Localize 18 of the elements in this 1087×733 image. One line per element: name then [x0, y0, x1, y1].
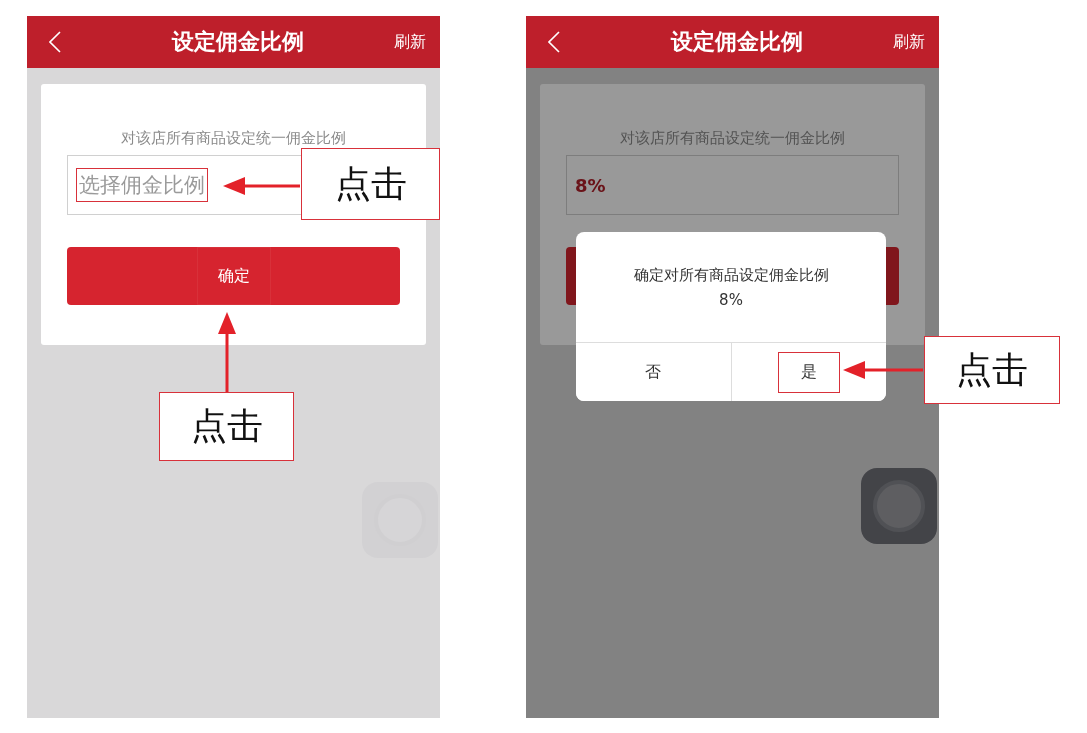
- dialog-value: 8%: [719, 290, 743, 309]
- back-chevron-icon[interactable]: [49, 31, 61, 53]
- field-placeholder: 选择佣金比例: [76, 168, 208, 202]
- field-value: 8%: [575, 174, 606, 196]
- callout-tooltip: 点击: [924, 336, 1060, 404]
- dialog-button[interactable]: 是: [730, 343, 886, 401]
- callout-tooltip: 点击: [301, 148, 440, 220]
- dialog-message: 确定对所有商品设定佣金比例: [633, 265, 829, 285]
- confirm-button[interactable]: 确定: [67, 247, 400, 305]
- refresh-link[interactable]: 刷新: [893, 31, 925, 53]
- page-title: 设定佣金比例: [669, 28, 804, 56]
- callout-tooltip: 点击: [159, 392, 294, 461]
- floating-button-icon[interactable]: [861, 468, 937, 544]
- refresh-link[interactable]: 刷新: [394, 31, 426, 53]
- instruction-text: 对该店所有商品设定统一佣金比例: [120, 128, 347, 149]
- back-chevron-icon[interactable]: [548, 31, 560, 53]
- commission-rate-field[interactable]: 8%: [566, 155, 899, 215]
- page-title: 设定佣金比例: [170, 28, 305, 56]
